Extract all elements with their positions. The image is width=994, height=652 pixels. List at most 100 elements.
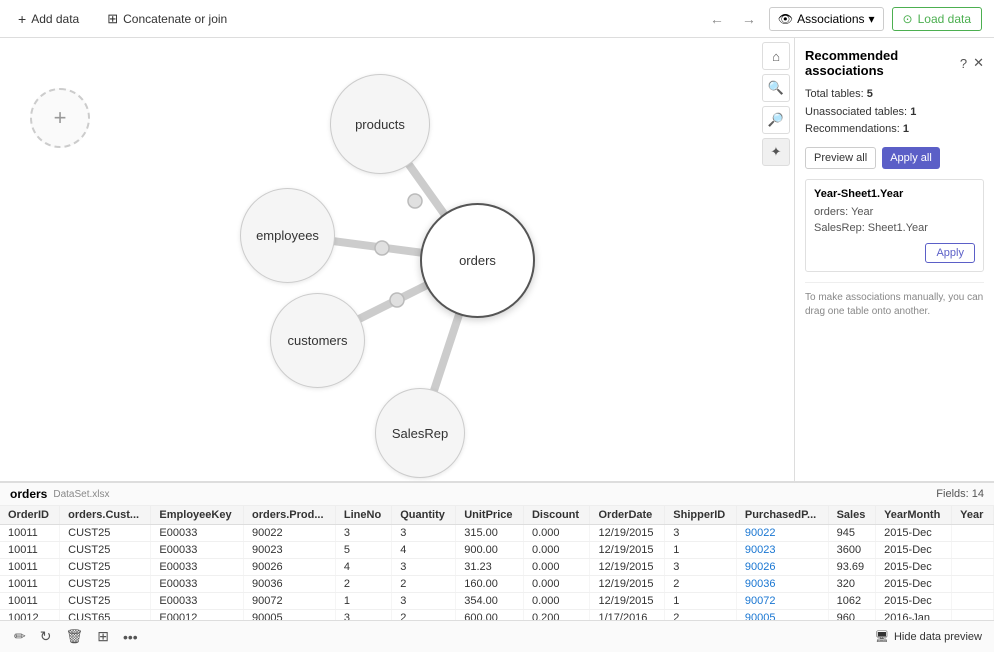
cell-r1-c10[interactable]: 90023 (736, 542, 828, 559)
load-data-button[interactable]: ⊙ Load data (892, 7, 982, 31)
col-header-year: Year (952, 506, 994, 525)
cell-r5-c10[interactable]: 90005 (736, 610, 828, 621)
table-row: 10011CUST25E000339007213354.000.00012/19… (0, 593, 994, 610)
edit-tool-button[interactable]: ✏ (12, 626, 28, 647)
redo-button[interactable]: → (737, 8, 761, 30)
home-tool-button[interactable]: ⌂ (762, 42, 790, 70)
node-customers-label: customers (288, 333, 348, 348)
cell-r0-c4: 3 (335, 525, 391, 542)
data-table-scroll[interactable]: OrderIDorders.Cust...EmployeeKeyorders.P… (0, 506, 994, 620)
cell-r3-c1: CUST25 (60, 576, 151, 593)
plus-icon: + (18, 11, 26, 27)
more-tool-button[interactable]: ••• (121, 626, 140, 647)
link-tool-button[interactable]: ⊞ (95, 626, 111, 647)
data-table-name: orders (10, 487, 47, 501)
recommendations-row: Recommendations: 1 (805, 121, 984, 139)
col-header-orderdate: OrderDate (590, 506, 665, 525)
canvas: + products employees (0, 38, 794, 481)
node-orders[interactable]: orders (420, 203, 535, 318)
panel-close-button[interactable]: ✕ (973, 55, 984, 71)
cell-r4-c4: 1 (335, 593, 391, 610)
monitor-icon: 🖥 (875, 630, 889, 643)
load-data-label: Load data (918, 12, 971, 26)
panel-info: Total tables: 5 Unassociated tables: 1 R… (805, 86, 984, 139)
cell-r5-c11: 960 (828, 610, 875, 621)
table-row: 10011CUST25E000339002354900.000.00012/19… (0, 542, 994, 559)
refresh-tool-button[interactable]: ↻ (38, 626, 54, 647)
panel-header: Recommended associations ? ✕ (805, 48, 984, 78)
eye-icon: 👁 (778, 12, 793, 26)
cell-r4-c3: 90072 (243, 593, 335, 610)
data-fields: Fields: 14 (936, 488, 984, 500)
data-header: orders DataSet.xlsx Fields: 14 (0, 483, 994, 506)
cell-r2-c3: 90026 (243, 559, 335, 576)
node-employees[interactable]: employees (240, 188, 335, 283)
cell-r4-c5: 3 (392, 593, 456, 610)
cell-r3-c6: 160.00 (456, 576, 524, 593)
unassociated-row: Unassociated tables: 1 (805, 104, 984, 122)
cell-r0-c13 (952, 525, 994, 542)
zoom-out-button[interactable]: 🔎 (762, 106, 790, 134)
preview-all-button[interactable]: Preview all (805, 147, 876, 169)
cell-r3-c7: 0.000 (523, 576, 590, 593)
cell-r3-c13 (952, 576, 994, 593)
cell-r2-c12: 2015-Dec (876, 559, 952, 576)
delete-tool-button[interactable]: 🗑 (63, 626, 85, 647)
col-header-yearmonth: YearMonth (876, 506, 952, 525)
concat-join-button[interactable]: ⊞ Concatenate or join (101, 7, 233, 31)
table-row: 10012CUST65E000129000532600.000.2001/17/… (0, 610, 994, 621)
cell-r5-c12: 2016-Jan (876, 610, 952, 621)
hide-preview-button[interactable]: 🖥 Hide data preview (875, 630, 982, 643)
total-tables-row: Total tables: 5 (805, 86, 984, 104)
recommendation-card: Year-Sheet1.Year orders: Year SalesRep: … (805, 179, 984, 272)
cell-r1-c5: 4 (392, 542, 456, 559)
data-table: OrderIDorders.Cust...EmployeeKeyorders.P… (0, 506, 994, 620)
cell-r3-c11: 320 (828, 576, 875, 593)
apply-all-button[interactable]: Apply all (882, 147, 940, 169)
cell-r0-c2: E00033 (151, 525, 244, 542)
cell-r4-c13 (952, 593, 994, 610)
cell-r5-c5: 2 (392, 610, 456, 621)
cell-r0-c9: 3 (665, 525, 737, 542)
cell-r5-c8: 1/17/2016 (590, 610, 665, 621)
panel-help-button[interactable]: ? (960, 55, 967, 71)
col-header-purchasedp: PurchasedP... (736, 506, 828, 525)
concat-icon: ⊞ (107, 11, 118, 27)
rec-apply-button[interactable]: Apply (925, 243, 975, 263)
magic-tool-button[interactable]: ✦ (762, 138, 790, 166)
table-row: 10011CUST25E000339003622160.000.00012/19… (0, 576, 994, 593)
cell-r4-c10[interactable]: 90072 (736, 593, 828, 610)
cell-r0-c7: 0.000 (523, 525, 590, 542)
cell-r1-c7: 0.000 (523, 542, 590, 559)
cell-r0-c10[interactable]: 90022 (736, 525, 828, 542)
undo-button[interactable]: ← (705, 8, 729, 30)
cell-r2-c7: 0.000 (523, 559, 590, 576)
cell-r3-c10[interactable]: 90036 (736, 576, 828, 593)
cell-r3-c0: 10011 (0, 576, 60, 593)
data-source: DataSet.xlsx (53, 489, 109, 500)
add-node-circle[interactable]: + (30, 88, 90, 148)
cell-r5-c9: 2 (665, 610, 737, 621)
node-customers[interactable]: customers (270, 293, 365, 388)
col-header-lineno: LineNo (335, 506, 391, 525)
node-products-label: products (355, 117, 405, 132)
associations-label: Associations (797, 12, 864, 26)
node-products[interactable]: products (330, 74, 430, 174)
cell-r3-c9: 2 (665, 576, 737, 593)
add-data-button[interactable]: + Add data (12, 7, 85, 31)
canvas-toolbar: ⌂ 🔍 🔎 ✦ (762, 42, 790, 166)
concat-join-label: Concatenate or join (123, 12, 227, 26)
main-toolbar: + Add data ⊞ Concatenate or join ← → 👁 A… (0, 0, 994, 38)
node-salesrep[interactable]: SalesRep (375, 388, 465, 478)
cell-r3-c5: 2 (392, 576, 456, 593)
cell-r0-c11: 945 (828, 525, 875, 542)
cell-r4-c9: 1 (665, 593, 737, 610)
associations-button[interactable]: 👁 Associations ▾ (769, 7, 884, 31)
cell-r4-c12: 2015-Dec (876, 593, 952, 610)
cell-r1-c9: 1 (665, 542, 737, 559)
col-header-discount: Discount (523, 506, 590, 525)
zoom-in-button[interactable]: 🔍 (762, 74, 790, 102)
check-circle-icon: ⊙ (903, 12, 913, 26)
panel-footer: To make associations manually, you can d… (805, 282, 984, 319)
cell-r2-c10[interactable]: 90026 (736, 559, 828, 576)
